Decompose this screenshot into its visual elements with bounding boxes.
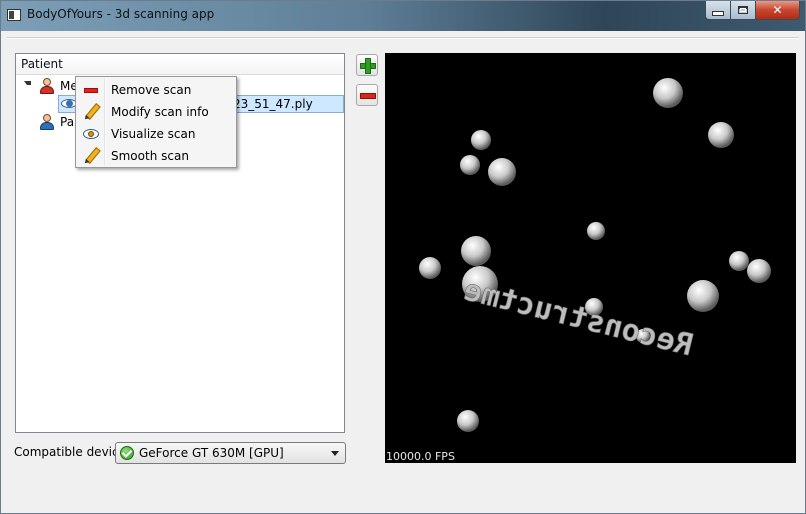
device-select-value: GeForce GT 630M [GPU] [139, 446, 284, 460]
expand-arrow-icon[interactable] [24, 81, 31, 85]
marker-spheres [419, 78, 771, 432]
title-bar[interactable]: BodyOfYours - 3d scanning app ✕ [1, 1, 805, 31]
menu-item-label: Modify scan info [111, 105, 209, 119]
menu-item-smooth-scan[interactable]: Smooth scan [78, 145, 234, 167]
maximize-icon [738, 6, 748, 14]
menu-item-label: Remove scan [111, 83, 192, 97]
male-user-icon [39, 114, 55, 130]
tree-item-patient-2[interactable]: Pa [60, 113, 74, 131]
pencil-icon [83, 103, 101, 122]
menu-item-visualize-scan[interactable]: Visualize scan [78, 123, 234, 145]
context-menu: Remove scan Modify scan info Visualize s… [75, 76, 237, 168]
device-select[interactable]: GeForce GT 630M [GPU] [115, 442, 346, 464]
app-icon [7, 9, 21, 21]
check-icon [120, 446, 134, 460]
menu-separator [7, 37, 799, 39]
scan-label: 23_51_47.ply [233, 97, 313, 111]
menu-item-modify-scan-info[interactable]: Modify scan info [78, 101, 234, 123]
female-user-icon [39, 78, 55, 94]
add-patient-button[interactable] [356, 54, 378, 76]
reconstruction-text: Reconstructme [460, 273, 696, 364]
pencil-icon [83, 147, 101, 166]
remove-patient-button[interactable] [356, 84, 378, 106]
tree-header-label: Patient [21, 57, 63, 71]
minimize-button[interactable] [705, 1, 731, 20]
menu-item-label: Smooth scan [111, 149, 189, 163]
menu-item-remove-scan[interactable]: Remove scan [78, 79, 234, 101]
menu-item-label: Visualize scan [111, 127, 196, 141]
red-minus-icon [84, 88, 98, 93]
red-minus-icon [360, 93, 376, 99]
window-title: BodyOfYours - 3d scanning app [27, 7, 215, 21]
main-window: BodyOfYours - 3d scanning app ✕ Patient … [0, 0, 806, 514]
fps-counter: 10000.0 FPS [386, 450, 455, 463]
3d-viewport[interactable]: Reconstructme 10000.0 FPS [385, 53, 796, 463]
chevron-down-icon [331, 451, 339, 456]
scene-graphics: Reconstructme [419, 78, 771, 432]
maximize-button[interactable] [730, 1, 756, 20]
tree-header[interactable]: Patient [16, 54, 344, 75]
patient-2-label: Pa [60, 115, 75, 129]
close-icon: ✕ [772, 3, 783, 17]
eye-icon [83, 128, 99, 140]
minimize-icon [712, 10, 724, 16]
close-button[interactable]: ✕ [755, 1, 800, 20]
